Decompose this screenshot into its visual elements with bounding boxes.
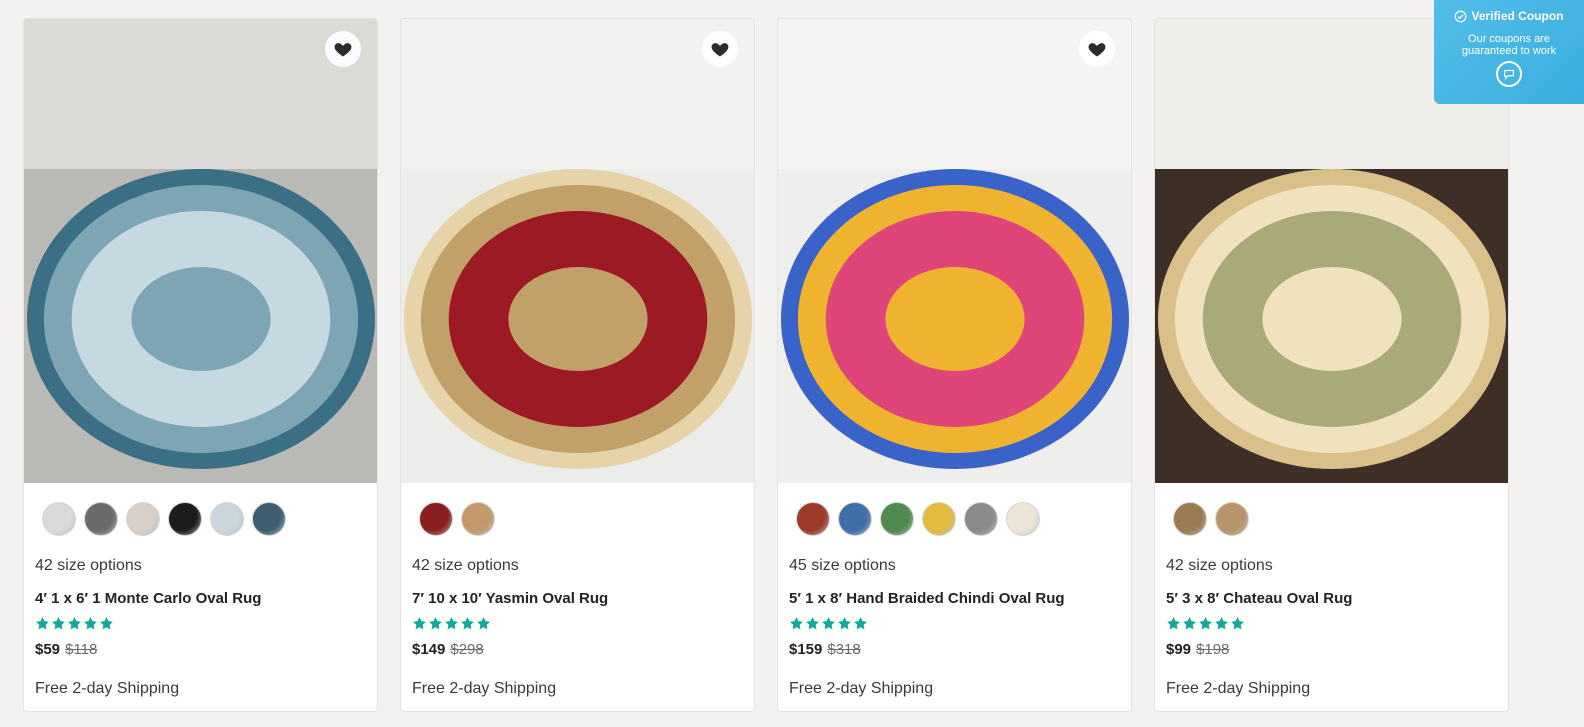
- star-icon: [461, 617, 474, 630]
- rug-image: [24, 19, 377, 483]
- color-swatch[interactable]: [168, 502, 202, 536]
- rug-image: [401, 19, 754, 483]
- rug-image: [778, 19, 1131, 483]
- size-options: 42 size options: [1166, 557, 1273, 574]
- product-card-1[interactable]: 42 size options 4′ 1 x 6′ 1 Monte Carlo …: [23, 18, 378, 712]
- product-name[interactable]: 5′ 1 x 8′ Hand Braided Chindi Oval Rug: [789, 590, 1131, 610]
- rating-stars: [789, 616, 1131, 634]
- color-swatch[interactable]: [964, 502, 998, 536]
- sale-price: $59: [35, 641, 61, 658]
- star-icon: [1215, 617, 1228, 630]
- color-swatch[interactable]: [880, 502, 914, 536]
- star-icon: [1231, 617, 1244, 630]
- color-swatch[interactable]: [838, 502, 872, 536]
- color-swatches: [401, 483, 754, 553]
- product-grid: 42 size options 4′ 1 x 6′ 1 Monte Carlo …: [23, 18, 1509, 712]
- product-name[interactable]: 4′ 1 x 6′ 1 Monte Carlo Oval Rug: [35, 590, 377, 610]
- star-icon: [68, 617, 81, 630]
- star-icon: [36, 617, 49, 630]
- color-swatches: [1155, 483, 1508, 553]
- product-name[interactable]: 7′ 10 x 10′ Yasmin Oval Rug: [412, 590, 754, 610]
- shipping-info: Free 2-day Shipping: [1166, 680, 1311, 697]
- price-row: $59 $118: [35, 641, 377, 661]
- color-swatch[interactable]: [922, 502, 956, 536]
- sale-price: $149: [412, 641, 446, 658]
- coupon-title: Verified Coupon: [1471, 9, 1564, 23]
- product-card-2[interactable]: 42 size options 7′ 10 x 10′ Yasmin Oval …: [400, 18, 755, 712]
- color-swatch[interactable]: [1006, 502, 1040, 536]
- star-icon: [790, 617, 803, 630]
- rating-stars: [35, 616, 377, 634]
- star-icon: [413, 617, 426, 630]
- star-icon: [822, 617, 835, 630]
- sale-price: $99: [1166, 641, 1192, 658]
- original-price: $198: [1196, 641, 1230, 658]
- shipping-info: Free 2-day Shipping: [412, 680, 557, 697]
- rating-stars: [1166, 616, 1508, 634]
- star-icon: [854, 617, 867, 630]
- star-icon: [1167, 617, 1180, 630]
- star-icon: [84, 617, 97, 630]
- price-row: $159 $318: [789, 641, 1131, 661]
- star-icon: [100, 617, 113, 630]
- coupon-text: Our coupons are guaranteed to work: [1461, 33, 1557, 57]
- star-icon: [1199, 617, 1212, 630]
- sale-price: $159: [789, 641, 823, 658]
- star-icon: [806, 617, 819, 630]
- color-swatch[interactable]: [419, 502, 453, 536]
- heart-icon: [334, 43, 352, 57]
- heart-icon: [711, 43, 729, 57]
- product-card-4[interactable]: 42 size options 5′ 3 x 8′ Chateau Oval R…: [1154, 18, 1509, 712]
- original-price: $318: [827, 641, 861, 658]
- color-swatch[interactable]: [252, 502, 286, 536]
- chat-icon[interactable]: [1496, 61, 1522, 87]
- size-options: 45 size options: [789, 557, 896, 574]
- color-swatch[interactable]: [210, 502, 244, 536]
- color-swatch[interactable]: [126, 502, 160, 536]
- product-image[interactable]: [24, 19, 377, 483]
- favorite-button[interactable]: [325, 31, 361, 67]
- product-image[interactable]: [778, 19, 1131, 483]
- color-swatch[interactable]: [461, 502, 495, 536]
- original-price: $298: [450, 641, 484, 658]
- shipping-info: Free 2-day Shipping: [789, 680, 934, 697]
- check-circle-icon: [1455, 10, 1467, 22]
- color-swatch[interactable]: [1215, 502, 1249, 536]
- star-icon: [477, 617, 490, 630]
- star-icon: [52, 617, 65, 630]
- color-swatch[interactable]: [1173, 502, 1207, 536]
- shipping-info: Free 2-day Shipping: [35, 680, 180, 697]
- star-icon: [429, 617, 442, 630]
- favorite-button[interactable]: [1079, 31, 1115, 67]
- star-icon: [445, 617, 458, 630]
- color-swatch[interactable]: [796, 502, 830, 536]
- size-options: 42 size options: [412, 557, 519, 574]
- star-icon: [838, 617, 851, 630]
- original-price: $118: [65, 641, 98, 658]
- product-name[interactable]: 5′ 3 x 8′ Chateau Oval Rug: [1166, 590, 1508, 610]
- heart-icon: [1088, 43, 1106, 57]
- rating-stars: [412, 616, 754, 634]
- product-image[interactable]: [401, 19, 754, 483]
- color-swatches: [24, 483, 377, 553]
- color-swatches: [778, 483, 1131, 553]
- color-swatch[interactable]: [84, 502, 118, 536]
- price-row: $149 $298: [412, 641, 754, 661]
- favorite-button[interactable]: [702, 31, 738, 67]
- size-options: 42 size options: [35, 557, 142, 574]
- color-swatch[interactable]: [42, 502, 76, 536]
- star-icon: [1183, 617, 1196, 630]
- product-card-3[interactable]: 45 size options 5′ 1 x 8′ Hand Braided C…: [777, 18, 1132, 712]
- verified-coupon-badge[interactable]: Verified Coupon Our coupons are guarante…: [1434, 0, 1584, 104]
- price-row: $99 $198: [1166, 641, 1508, 661]
